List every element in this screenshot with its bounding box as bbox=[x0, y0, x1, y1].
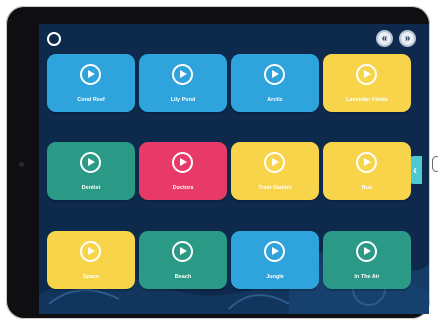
play-circle-icon bbox=[80, 241, 101, 262]
tile-label: Lavender Fields bbox=[346, 97, 388, 103]
play-circle-icon bbox=[172, 64, 193, 85]
tile-label: Jungle bbox=[266, 274, 284, 280]
scene-tile[interactable]: Dentist bbox=[47, 142, 135, 200]
play-circle-icon bbox=[356, 152, 377, 173]
scene-tile[interactable]: Coral Reef bbox=[47, 54, 135, 112]
scene-tile[interactable]: Bus bbox=[323, 142, 411, 200]
tile-label: Dentist bbox=[81, 185, 101, 191]
play-circle-icon bbox=[264, 241, 285, 262]
tile-label: Arctic bbox=[267, 97, 283, 103]
play-circle-icon bbox=[172, 152, 193, 173]
play-circle-icon bbox=[172, 241, 193, 262]
play-circle-icon bbox=[80, 64, 101, 85]
scene-tile[interactable]: Train Station bbox=[231, 142, 319, 200]
double-chevron-left-icon[interactable]: « bbox=[376, 30, 393, 47]
tile-label: Coral Reef bbox=[77, 97, 105, 103]
tile-label: Doctors bbox=[172, 185, 194, 191]
play-circle-icon bbox=[356, 241, 377, 262]
scene-tile[interactable]: Doctors bbox=[139, 142, 227, 200]
scene-tile[interactable]: Lily Pond bbox=[139, 54, 227, 112]
scene-tile[interactable]: In The Air bbox=[323, 231, 411, 289]
play-circle-icon bbox=[264, 64, 285, 85]
tile-label: Beach bbox=[174, 274, 192, 280]
scene-tile[interactable]: Lavender Fields bbox=[323, 54, 411, 112]
scene-tile[interactable]: Jungle bbox=[231, 231, 319, 289]
tile-label: Space bbox=[82, 274, 100, 280]
tile-label: In The Air bbox=[354, 274, 380, 280]
double-chevron-right-icon[interactable]: » bbox=[399, 30, 416, 47]
scene-tile[interactable]: Beach bbox=[139, 231, 227, 289]
scene-tile[interactable]: Space bbox=[47, 231, 135, 289]
play-circle-icon bbox=[264, 152, 285, 173]
tile-label: Bus bbox=[361, 185, 373, 191]
home-key[interactable] bbox=[432, 156, 438, 172]
tile-label: Train Station bbox=[258, 185, 292, 191]
tile-label: Lily Pond bbox=[170, 97, 196, 103]
home-circle-icon[interactable] bbox=[47, 32, 61, 46]
tablet-frame: « » ‹ Coral Reef Lily Pond Arctic Lavend… bbox=[6, 6, 438, 319]
app-screen: « » ‹ Coral Reef Lily Pond Arctic Lavend… bbox=[39, 24, 429, 314]
play-circle-icon bbox=[80, 152, 101, 173]
play-circle-icon bbox=[356, 64, 377, 85]
camera bbox=[19, 162, 24, 167]
scene-tile[interactable]: Arctic bbox=[231, 54, 319, 112]
